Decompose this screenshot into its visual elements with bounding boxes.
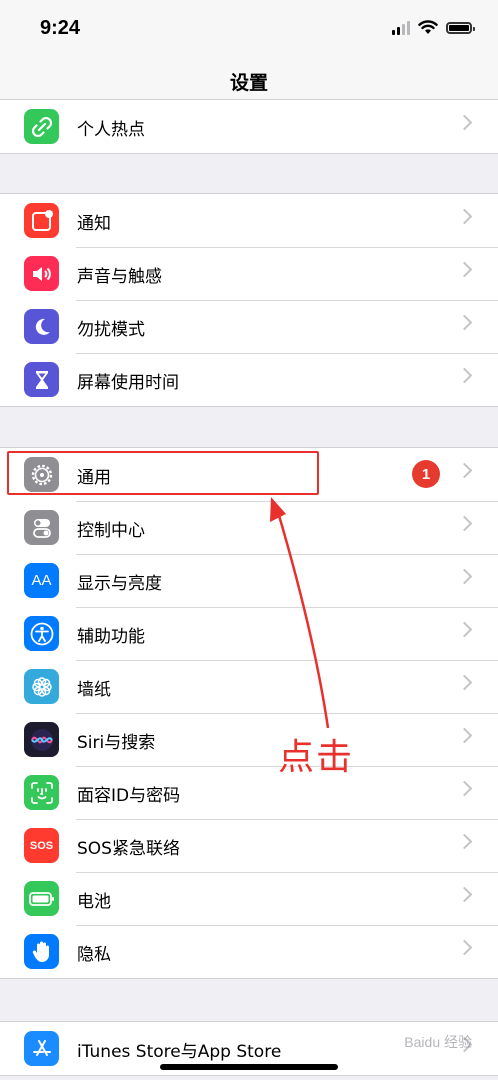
settings-row-accessibility[interactable]: 辅助功能 xyxy=(0,607,498,660)
settings-row-siri[interactable]: Siri与搜索 xyxy=(0,713,498,766)
settings-row-label: 通知 xyxy=(77,214,111,234)
settings-row-label: iTunes Store与App Store xyxy=(77,1042,282,1062)
chevron-right-icon xyxy=(456,674,473,691)
settings-row-control-center[interactable]: 控制中心 xyxy=(0,501,498,554)
face-id-icon xyxy=(24,775,59,810)
settings-row-label: Siri与搜索 xyxy=(77,733,156,753)
chevron-right-icon xyxy=(456,886,473,903)
settings-row-display[interactable]: AA 显示与亮度 xyxy=(0,554,498,607)
settings-row-label: 隐私 xyxy=(77,945,111,965)
chevron-right-icon xyxy=(456,314,473,331)
hourglass-icon xyxy=(24,362,59,397)
chevron-right-icon xyxy=(456,114,473,131)
status-time: 9:24 xyxy=(40,17,81,39)
settings-row-label: 显示与亮度 xyxy=(77,574,162,594)
status-bar: 9:24 xyxy=(0,0,498,58)
settings-row-face-id[interactable]: 面容ID与密码 xyxy=(0,766,498,819)
battery-status-icon xyxy=(446,21,475,34)
accessibility-icon xyxy=(24,616,59,651)
text-size-icon: AA xyxy=(24,563,59,598)
chevron-right-icon xyxy=(456,367,473,384)
text-size-icon-glyph: AA xyxy=(31,572,52,589)
wifi-icon xyxy=(418,20,438,34)
notifications-icon xyxy=(24,203,59,238)
settings-row-label: SOS紧急联络 xyxy=(77,839,180,859)
settings-row-label: 个人热点 xyxy=(77,120,145,140)
settings-group-network: 个人热点 xyxy=(0,99,498,154)
moon-icon xyxy=(24,309,59,344)
settings-row-sos[interactable]: SOS SOS紧急联络 xyxy=(0,819,498,872)
settings-row-screen-time[interactable]: 屏幕使用时间 xyxy=(0,353,498,406)
app-store-icon xyxy=(24,1031,59,1066)
settings-group-general: 通用 1 控制中心 AA 显示与亮度 辅助功能 墙纸 Siri与搜索 面容ID与… xyxy=(0,447,498,979)
highlight-box xyxy=(7,451,319,495)
siri-icon xyxy=(24,722,59,757)
chevron-right-icon xyxy=(456,833,473,850)
settings-row-notifications[interactable]: 通知 xyxy=(0,194,498,247)
settings-row-privacy[interactable]: 隐私 xyxy=(0,925,498,978)
chevron-right-icon xyxy=(456,621,473,638)
hand-icon xyxy=(24,934,59,969)
settings-row-do-not-disturb[interactable]: 勿扰模式 xyxy=(0,300,498,353)
status-icons xyxy=(392,20,475,35)
sos-icon: SOS xyxy=(24,828,59,863)
home-indicator[interactable] xyxy=(160,1064,338,1070)
chevron-right-icon xyxy=(456,208,473,225)
page-title: 设置 xyxy=(229,72,268,94)
chevron-right-icon xyxy=(456,261,473,278)
hotspot-icon xyxy=(24,109,59,144)
chevron-right-icon xyxy=(456,568,473,585)
cellular-signal-icon xyxy=(392,20,410,35)
settings-row-label: 控制中心 xyxy=(77,521,145,541)
toggles-icon xyxy=(24,510,59,545)
settings-row-hotspot[interactable]: 个人热点 xyxy=(0,100,498,153)
sound-icon xyxy=(24,256,59,291)
settings-row-battery[interactable]: 电池 xyxy=(0,872,498,925)
flower-icon xyxy=(24,669,59,704)
chevron-right-icon xyxy=(456,462,473,479)
settings-row-sounds[interactable]: 声音与触感 xyxy=(0,247,498,300)
settings-row-label: 墙纸 xyxy=(77,680,111,700)
annotation-label: 点击 xyxy=(278,737,355,778)
settings-row-label: 电池 xyxy=(77,892,111,912)
settings-row-label: 辅助功能 xyxy=(77,627,145,647)
settings-row-wallpaper[interactable]: 墙纸 xyxy=(0,660,498,713)
chevron-right-icon xyxy=(456,780,473,797)
settings-row-label: 声音与触感 xyxy=(77,267,162,287)
notification-badge: 1 xyxy=(412,460,440,488)
chevron-right-icon xyxy=(456,515,473,532)
chevron-right-icon xyxy=(456,939,473,956)
settings-row-label: 面容ID与密码 xyxy=(77,786,181,806)
watermark: Baidu 经验 xyxy=(404,1034,472,1050)
settings-row-label: 勿扰模式 xyxy=(77,320,145,340)
chevron-right-icon xyxy=(456,727,473,744)
battery-icon xyxy=(24,881,59,916)
settings-row-label: 屏幕使用时间 xyxy=(77,373,179,393)
sos-icon-glyph: SOS xyxy=(29,839,54,852)
settings-group-notifications: 通知 声音与触感 勿扰模式 屏幕使用时间 xyxy=(0,193,498,407)
